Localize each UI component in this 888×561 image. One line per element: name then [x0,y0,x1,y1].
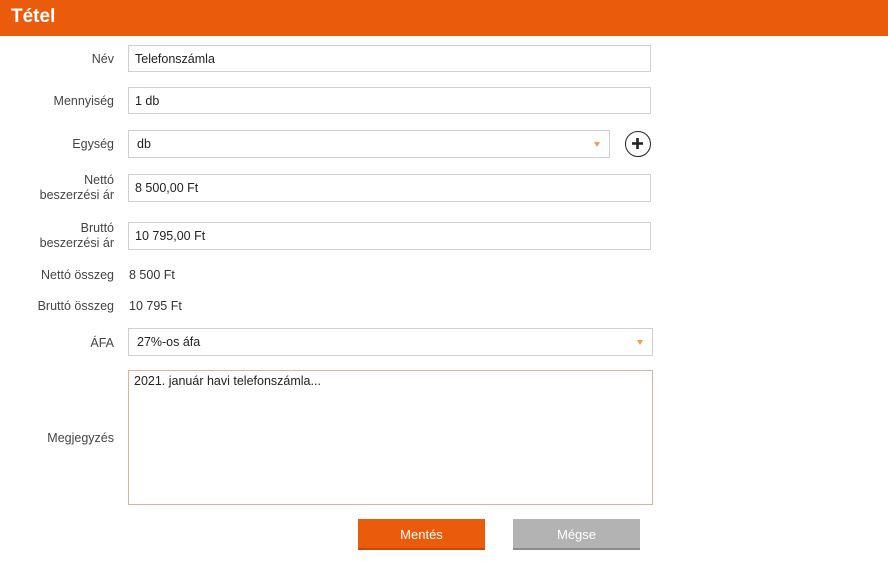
save-button[interactable]: Mentés [358,519,485,550]
net-purchase-price-label-line2: beszerzési ár [39,188,114,202]
net-total-label: Nettó összeg [41,268,114,282]
vat-select-value: 27%-os áfa [137,335,201,349]
unit-label: Egység [72,137,114,151]
net-purchase-price-input[interactable] [128,174,651,202]
dialog-header: Tétel [0,0,888,36]
gross-total-value: 10 795 Ft [129,299,182,313]
vat-select[interactable]: 27%-os áfa [128,328,653,356]
gross-purchase-price-label: Bruttó beszerzési ár [40,221,114,251]
cancel-button[interactable]: Mégse [513,519,640,550]
unit-select[interactable]: db [128,130,610,158]
gross-total-label: Bruttó összeg [37,299,114,313]
unit-select-value: db [137,137,151,151]
add-unit-button[interactable] [625,131,651,157]
quantity-label: Mennyiség [53,94,114,108]
caret-down-icon [594,142,600,147]
plus-icon [632,138,643,149]
name-label: Név [91,52,114,66]
note-label: Megjegyzés [47,431,114,445]
net-purchase-price-label-line1: Nettó [84,173,114,187]
vat-label: ÁFA [90,336,114,350]
gross-purchase-price-input[interactable] [128,222,651,250]
net-total-value: 8 500 Ft [129,268,175,282]
name-input[interactable] [128,45,651,72]
note-textarea[interactable]: 2021. január havi telefonszámla... [128,370,653,505]
dialog-title: Tétel [11,6,56,27]
caret-down-icon [637,340,643,345]
net-purchase-price-label: Nettó beszerzési ár [40,173,114,203]
gross-purchase-price-label-line2: beszerzési ár [39,236,114,250]
gross-purchase-price-label-line1: Bruttó [80,221,114,235]
quantity-input[interactable] [128,87,651,114]
